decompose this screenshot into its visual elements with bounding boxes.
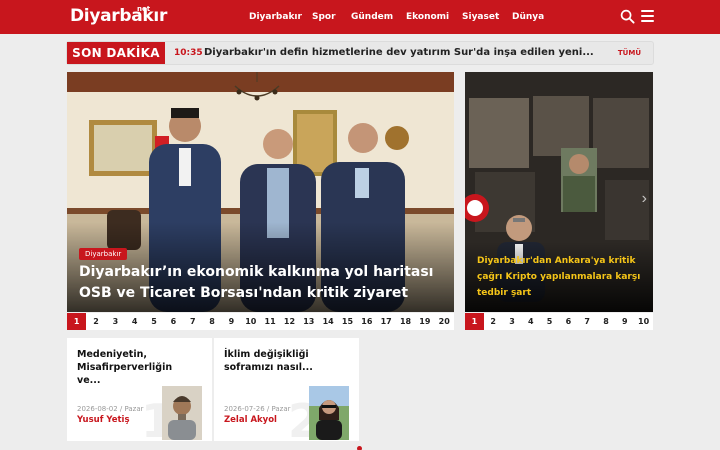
side-page-2[interactable]: 2: [484, 313, 503, 330]
main-page-5[interactable]: 5: [144, 313, 163, 330]
main-headline-slide[interactable]: Diyarbakır Diyarbakır’ın ekonomik kalkın…: [67, 72, 454, 312]
side-slider-pagination: 1 2 3 4 5 6 7 8 9 10: [465, 313, 653, 330]
side-page-8[interactable]: 8: [597, 313, 616, 330]
side-headline-slide[interactable]: › Diyarbakır'dan Ankara'ya kritik çağrı …: [465, 72, 653, 312]
carousel-indicator-dot[interactable]: [357, 446, 362, 450]
main-page-17[interactable]: 17: [377, 313, 396, 330]
breaking-news-headline[interactable]: Diyarbakır'ın defin hizmetlerine dev yat…: [204, 42, 604, 64]
breaking-news-all-link[interactable]: TÜMÜ: [618, 42, 641, 64]
main-page-19[interactable]: 19: [415, 313, 434, 330]
main-page-13[interactable]: 13: [299, 313, 318, 330]
side-page-4[interactable]: 4: [521, 313, 540, 330]
main-headline-title[interactable]: Diyarbakır’ın ekonomik kalkınma yol hari…: [79, 262, 449, 304]
hamburger-menu-icon[interactable]: [641, 10, 654, 22]
side-page-5[interactable]: 5: [540, 313, 559, 330]
breaking-news-time: 10:35: [174, 48, 203, 58]
author-avatar: [162, 386, 202, 440]
main-page-9[interactable]: 9: [222, 313, 241, 330]
card-date: 2026-07-26 / Pazar: [224, 405, 291, 413]
side-page-3[interactable]: 3: [503, 313, 522, 330]
main-page-16[interactable]: 16: [357, 313, 376, 330]
site-logo-suffix: net: [137, 5, 151, 13]
nav-item-siyaset[interactable]: Siyaset: [462, 0, 499, 34]
search-icon[interactable]: [620, 9, 635, 24]
nav-item-spor[interactable]: Spor: [312, 0, 336, 34]
main-page-20[interactable]: 20: [435, 313, 454, 330]
main-page-10[interactable]: 10: [241, 313, 260, 330]
main-page-7[interactable]: 7: [183, 313, 202, 330]
side-headline-title[interactable]: Diyarbakır'dan Ankara'ya kritik çağrı Kr…: [477, 253, 647, 301]
nav-item-dunya[interactable]: Dünya: [512, 0, 544, 34]
site-logo[interactable]: Diyarbakır: [70, 6, 167, 26]
main-page-14[interactable]: 14: [318, 313, 337, 330]
main-page-12[interactable]: 12: [280, 313, 299, 330]
main-page-2[interactable]: 2: [86, 313, 105, 330]
nav-item-diyarbakir[interactable]: Diyarbakır: [249, 0, 302, 34]
site-header: Diyarbakır net Diyarbakır Spor Gündem Ek…: [0, 0, 720, 34]
side-page-1[interactable]: 1: [465, 313, 484, 330]
main-page-6[interactable]: 6: [164, 313, 183, 330]
nav-item-ekonomi[interactable]: Ekonomi: [406, 0, 449, 34]
chevron-right-icon[interactable]: ›: [642, 190, 647, 208]
main-page-4[interactable]: 4: [125, 313, 144, 330]
card-title[interactable]: Medeniyetin, Misafirperverliğin ve...: [77, 348, 197, 387]
side-page-9[interactable]: 9: [615, 313, 634, 330]
main-page-15[interactable]: 15: [338, 313, 357, 330]
card-author[interactable]: Zelal Akyol: [224, 415, 277, 425]
card-title[interactable]: İklim değişikliği soframızı nasıl...: [224, 348, 344, 374]
nav-item-gundem[interactable]: Gündem: [351, 0, 393, 34]
category-badge[interactable]: Diyarbakır: [79, 248, 128, 260]
main-page-8[interactable]: 8: [202, 313, 221, 330]
card-author[interactable]: Yusuf Yetiş: [77, 415, 130, 425]
main-slider-pagination: 1 2 3 4 5 6 7 8 9 10 11 12 13 14 15 16 1…: [67, 313, 454, 330]
side-page-10[interactable]: 10: [634, 313, 653, 330]
main-page-3[interactable]: 3: [106, 313, 125, 330]
breaking-news-bar: SON DAKİKA 10:35 Diyarbakır'ın defin hiz…: [66, 41, 654, 65]
author-avatar: [309, 386, 349, 440]
card-date: 2026-08-02 / Pazar: [77, 405, 144, 413]
main-page-11[interactable]: 11: [260, 313, 279, 330]
columnist-card[interactable]: 2 İklim değişikliği soframızı nasıl... 2…: [214, 338, 359, 441]
main-page-1[interactable]: 1: [67, 313, 87, 330]
main-page-18[interactable]: 18: [396, 313, 415, 330]
side-page-6[interactable]: 6: [559, 313, 578, 330]
side-page-7[interactable]: 7: [578, 313, 597, 330]
breaking-news-label: SON DAKİKA: [67, 42, 165, 64]
columnist-card[interactable]: 1 Medeniyetin, Misafirperverliğin ve... …: [67, 338, 212, 441]
